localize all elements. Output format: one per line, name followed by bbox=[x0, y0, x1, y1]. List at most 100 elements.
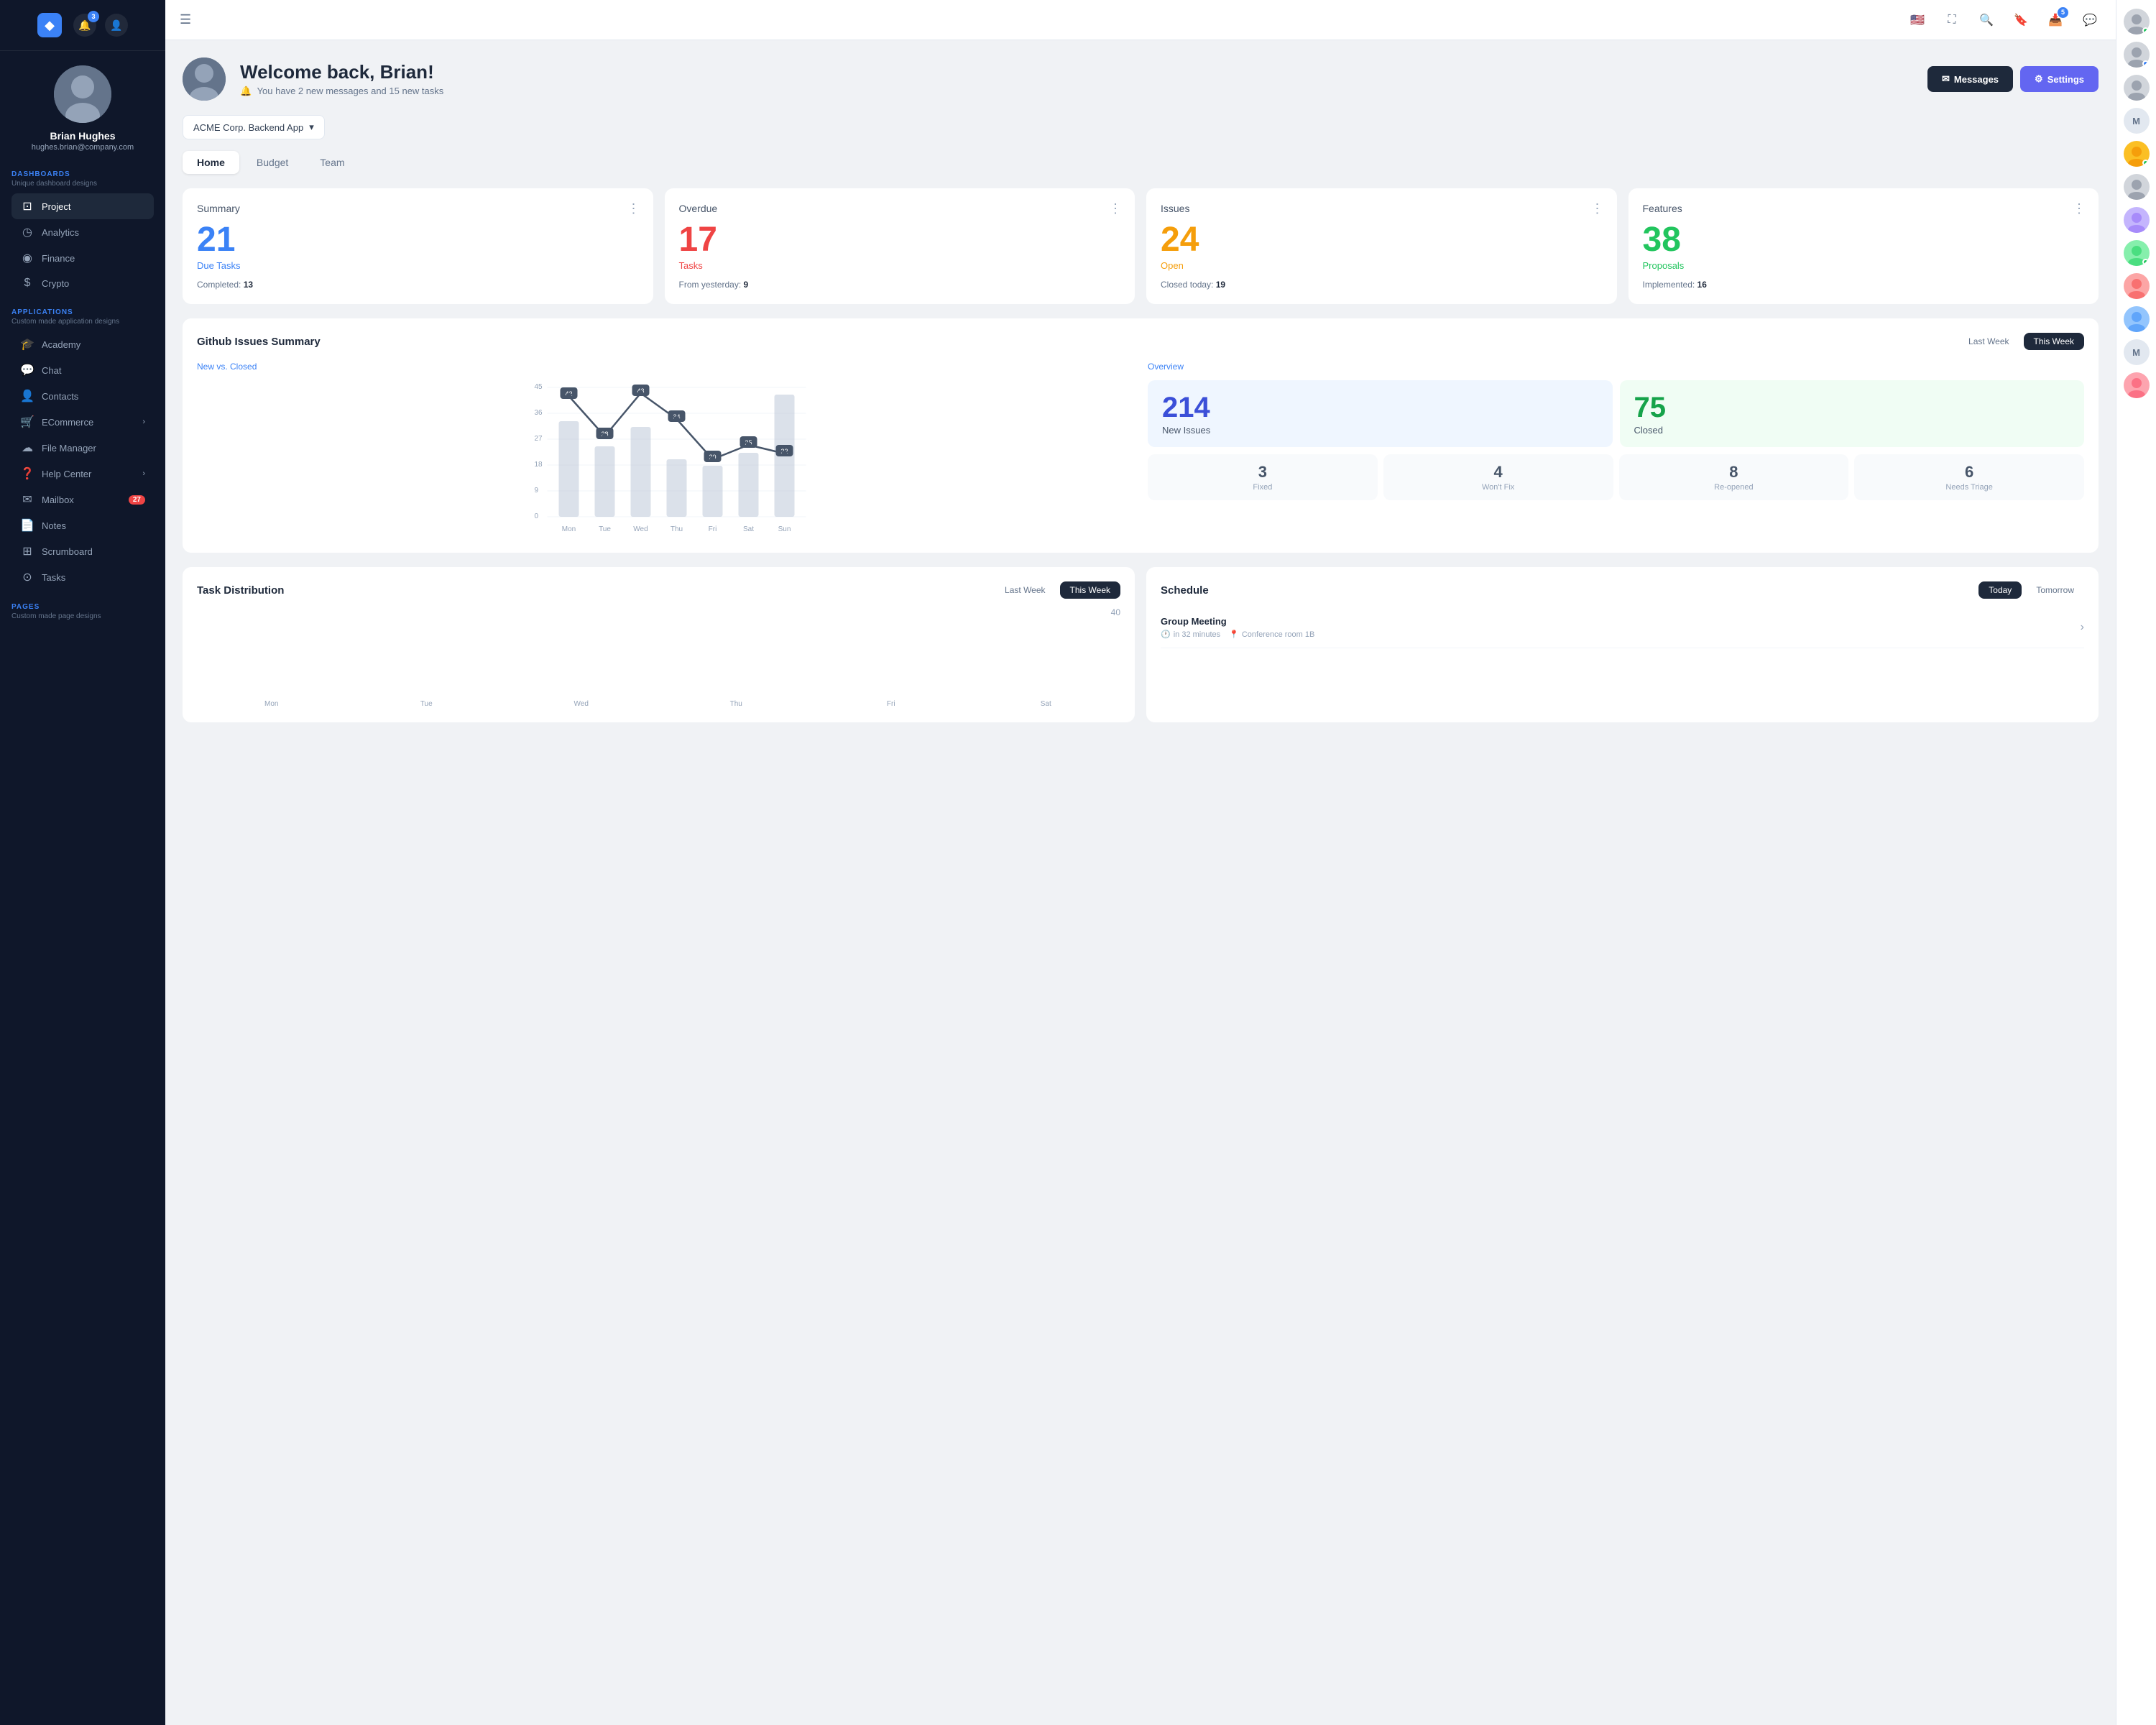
clock-icon: 🕐 bbox=[1161, 630, 1171, 639]
svg-text:0: 0 bbox=[535, 512, 539, 520]
app-logo[interactable]: ◆ bbox=[37, 13, 62, 37]
mini-stat-number: 3 bbox=[1153, 463, 1372, 482]
svg-text:45: 45 bbox=[535, 383, 543, 391]
right-sidebar-avatar[interactable] bbox=[2124, 75, 2150, 101]
inbox-icon[interactable]: 📥 5 bbox=[2044, 9, 2067, 32]
github-section-title: Github Issues Summary bbox=[197, 336, 321, 348]
svg-text:Thu: Thu bbox=[671, 525, 683, 533]
tab-budget[interactable]: Budget bbox=[242, 151, 303, 174]
messages-button[interactable]: ✉ Messages bbox=[1927, 66, 2013, 92]
right-sidebar-avatar[interactable] bbox=[2124, 372, 2150, 398]
right-sidebar-avatar[interactable] bbox=[2124, 42, 2150, 68]
project-icon: ⊡ bbox=[20, 199, 34, 213]
y-max-label: 40 bbox=[197, 607, 1120, 617]
right-sidebar-avatar-m2[interactable]: M bbox=[2124, 339, 2150, 365]
bottom-row: Task Distribution Last Week This Week 40… bbox=[183, 567, 2099, 722]
toggle-tomorrow[interactable]: Tomorrow bbox=[2026, 581, 2084, 599]
finance-icon: ◉ bbox=[20, 251, 34, 265]
stat-number: 21 bbox=[197, 223, 639, 257]
bar-wrap: Wed bbox=[507, 697, 656, 708]
more-options-icon[interactable]: ⋮ bbox=[1591, 201, 1604, 216]
tab-home[interactable]: Home bbox=[183, 151, 239, 174]
tabs: Home Budget Team bbox=[183, 151, 2099, 174]
right-sidebar-avatar[interactable] bbox=[2124, 207, 2150, 233]
more-options-icon[interactable]: ⋮ bbox=[2073, 201, 2086, 216]
menu-icon[interactable]: ☰ bbox=[180, 12, 191, 27]
right-sidebar-avatar[interactable] bbox=[2124, 273, 2150, 299]
sidebar-item-notes[interactable]: 📄 Notes bbox=[11, 512, 154, 538]
schedule-time: 🕐 in 32 minutes bbox=[1161, 630, 1220, 639]
svg-text:Wed: Wed bbox=[633, 525, 648, 533]
profile-area: Brian Hughes hughes.brian@company.com bbox=[0, 51, 165, 160]
sidebar-item-contacts[interactable]: 👤 Contacts bbox=[11, 383, 154, 409]
task-distribution-header: Task Distribution Last Week This Week bbox=[197, 581, 1120, 599]
svg-text:18: 18 bbox=[535, 461, 543, 469]
sidebar-item-project[interactable]: ⊡ Project bbox=[11, 193, 154, 219]
stat-card-issues: Issues ⋮ 24 Open Closed today: 19 bbox=[1146, 188, 1617, 304]
tab-team[interactable]: Team bbox=[305, 151, 359, 174]
welcome-title: Welcome back, Brian! bbox=[240, 61, 443, 83]
settings-button[interactable]: ⚙ Settings bbox=[2020, 66, 2099, 92]
github-section: Github Issues Summary Last Week This Wee… bbox=[183, 318, 2099, 553]
sidebar-item-scrumboard[interactable]: ⊞ Scrumboard bbox=[11, 538, 154, 564]
github-chart-area: New vs. Closed 45 36 27 18 9 0 bbox=[197, 362, 1133, 538]
chat-topbar-icon[interactable]: 💬 bbox=[2078, 9, 2101, 32]
notifications-badge: 3 bbox=[88, 11, 99, 22]
mini-stat-label: Needs Triage bbox=[1860, 483, 2078, 492]
toggle-this-week[interactable]: This Week bbox=[2024, 333, 2084, 350]
nav-applications: APPLICATIONS Custom made application des… bbox=[0, 298, 165, 593]
sidebar-item-ecommerce[interactable]: 🛒 ECommerce › bbox=[11, 409, 154, 435]
sidebar-item-academy[interactable]: 🎓 Academy bbox=[11, 331, 154, 357]
nav-section-sub-dashboards: Unique dashboard designs bbox=[11, 180, 154, 188]
mailbox-badge: 27 bbox=[129, 495, 145, 505]
right-sidebar-avatar-m[interactable]: M bbox=[2124, 108, 2150, 134]
svg-text:36: 36 bbox=[535, 409, 543, 417]
flag-icon[interactable]: 🇺🇸 bbox=[1906, 9, 1929, 32]
right-sidebar-avatar[interactable] bbox=[2124, 141, 2150, 167]
sidebar-item-crypto[interactable]: $ Crypto bbox=[11, 271, 154, 295]
sidebar-item-filemanager[interactable]: ☁ File Manager bbox=[11, 435, 154, 461]
mini-stat-triage: 6 Needs Triage bbox=[1854, 454, 2084, 500]
sidebar-item-label: Notes bbox=[42, 520, 66, 531]
nav-section-title-apps: APPLICATIONS bbox=[11, 308, 154, 316]
chevron-right-icon[interactable]: › bbox=[2081, 621, 2084, 634]
bookmark-icon[interactable]: 🔖 bbox=[2009, 9, 2032, 32]
sidebar-item-finance[interactable]: ◉ Finance bbox=[11, 245, 154, 271]
user-email: hughes.brian@company.com bbox=[32, 143, 134, 152]
project-selector[interactable]: ACME Corp. Backend App ▾ bbox=[183, 115, 325, 139]
right-sidebar-avatar[interactable] bbox=[2124, 306, 2150, 332]
profile-icon-button[interactable]: 👤 bbox=[105, 14, 128, 37]
toggle-this-week[interactable]: This Week bbox=[1060, 581, 1120, 599]
gear-icon: ⚙ bbox=[2035, 73, 2043, 85]
toggle-today[interactable]: Today bbox=[1978, 581, 2022, 599]
online-indicator bbox=[2142, 160, 2149, 166]
bar-label: Mon bbox=[264, 700, 278, 708]
content-area: Welcome back, Brian! 🔔 You have 2 new me… bbox=[165, 40, 2116, 1725]
sidebar-item-tasks[interactable]: ⊙ Tasks bbox=[11, 564, 154, 590]
right-sidebar-avatar[interactable] bbox=[2124, 9, 2150, 34]
mini-stat-reopened: 8 Re-opened bbox=[1619, 454, 1849, 500]
toggle-last-week[interactable]: Last Week bbox=[995, 581, 1055, 599]
notifications-button[interactable]: 🔔 3 bbox=[73, 14, 96, 37]
search-icon[interactable]: 🔍 bbox=[1975, 9, 1998, 32]
academy-icon: 🎓 bbox=[20, 337, 34, 351]
sidebar-item-analytics[interactable]: ◷ Analytics bbox=[11, 219, 154, 245]
more-options-icon[interactable]: ⋮ bbox=[627, 201, 640, 216]
sidebar-item-mailbox[interactable]: ✉ Mailbox 27 bbox=[11, 487, 154, 512]
right-sidebar-avatar[interactable] bbox=[2124, 174, 2150, 200]
more-options-icon[interactable]: ⋮ bbox=[1109, 201, 1122, 216]
mini-stat-label: Re-opened bbox=[1625, 483, 1843, 492]
welcome-avatar bbox=[183, 58, 226, 101]
mini-stat-label: Fixed bbox=[1153, 483, 1372, 492]
stat-card-title: Features bbox=[1643, 203, 2085, 214]
expand-icon[interactable]: ⛶ bbox=[1940, 9, 1963, 32]
bar-label: Wed bbox=[574, 700, 589, 708]
scrumboard-icon: ⊞ bbox=[20, 544, 34, 558]
sidebar-item-chat[interactable]: 💬 Chat bbox=[11, 357, 154, 383]
mini-stat-wontfix: 4 Won't Fix bbox=[1383, 454, 1613, 500]
github-toggle: Last Week This Week bbox=[1958, 333, 2084, 350]
sidebar-item-helpcenter[interactable]: ❓ Help Center › bbox=[11, 461, 154, 487]
right-sidebar-avatar[interactable] bbox=[2124, 240, 2150, 266]
toggle-last-week[interactable]: Last Week bbox=[1958, 333, 2019, 350]
helpcenter-icon: ❓ bbox=[20, 466, 34, 481]
